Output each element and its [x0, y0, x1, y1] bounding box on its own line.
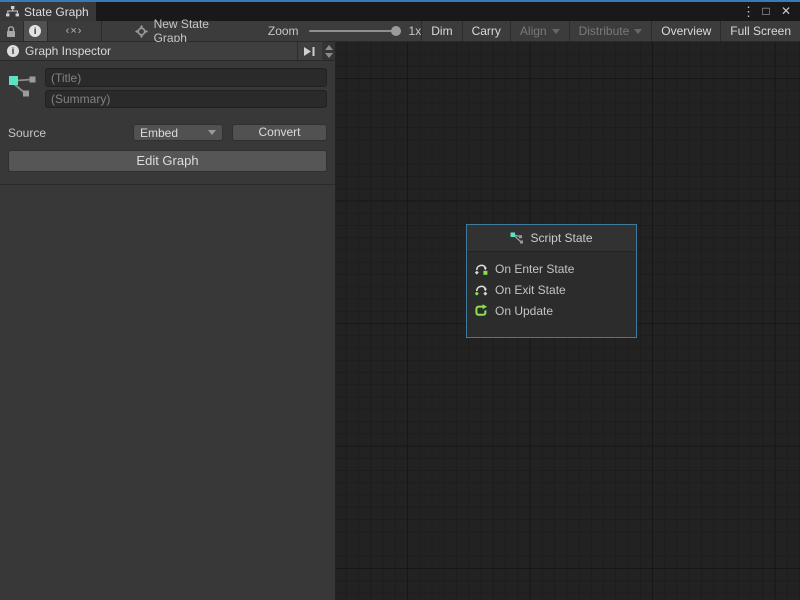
source-dropdown-value: Embed — [140, 126, 208, 140]
code-preview-button[interactable]: ‹×› — [48, 21, 102, 41]
source-dropdown-arrow-icon — [208, 130, 216, 135]
zoom-label: Zoom — [268, 24, 299, 38]
graph-properties-section: Source Embed Convert Edit Graph — [0, 61, 335, 185]
on-enter-state-icon — [474, 261, 488, 276]
scrub-down-icon — [325, 53, 333, 58]
graph-origin-icon — [135, 25, 148, 38]
node-title: Script State — [530, 231, 592, 245]
tab-strip: State Graph ⋮ □ ✕ — [0, 2, 800, 21]
on-update-icon — [474, 303, 488, 318]
full-screen-label: Full Screen — [730, 24, 791, 38]
toolbar-right-buttons: Dim Carry Align Distribute Overview Full… — [421, 21, 800, 41]
info-icon: i — [29, 25, 41, 37]
graph-toolbar: i ‹×› New State Graph Zoom — [0, 21, 800, 42]
inspector-header-controls — [297, 42, 335, 60]
panel-scrubber[interactable] — [322, 42, 335, 60]
lock-button[interactable] — [0, 21, 24, 41]
graph-inspector-header: i Graph Inspector — [0, 42, 335, 61]
dock-panel-button[interactable] — [297, 42, 322, 60]
distribute-label: Distribute — [579, 24, 630, 38]
event-label: On Enter State — [495, 262, 574, 276]
on-exit-state-icon — [474, 282, 488, 297]
zoom-slider[interactable] — [309, 21, 401, 42]
graph-canvas[interactable]: Script State On Enter State — [336, 42, 800, 600]
script-state-node[interactable]: Script State On Enter State — [466, 224, 637, 338]
full-screen-button[interactable]: Full Screen — [720, 21, 800, 41]
tab-title: State Graph — [24, 5, 89, 19]
distribute-dropdown-arrow-icon — [634, 29, 642, 34]
align-label: Align — [520, 24, 547, 38]
event-row-on-update[interactable]: On Update — [474, 300, 636, 321]
source-label: Source — [8, 126, 133, 140]
zoom-slider-track — [309, 30, 401, 32]
graph-inspector-panel: i Graph Inspector — [0, 42, 336, 600]
window-controls: ⋮ □ ✕ — [742, 2, 800, 21]
maximize-icon[interactable]: □ — [758, 3, 774, 20]
inspector-title: Graph Inspector — [25, 44, 297, 58]
graph-meta-row — [8, 68, 327, 108]
info-icon: i — [7, 45, 19, 57]
scrub-up-icon — [325, 45, 333, 50]
graph-breadcrumb[interactable]: New State Graph — [102, 21, 240, 41]
inspector-empty-area — [0, 185, 335, 600]
carry-label: Carry — [472, 24, 501, 38]
window-menu-icon[interactable]: ⋮ — [742, 3, 754, 20]
dim-button[interactable]: Dim — [421, 21, 461, 41]
graph-title-input[interactable] — [45, 68, 327, 87]
edit-graph-button[interactable]: Edit Graph — [8, 150, 327, 172]
inspector-toggle-button[interactable]: i — [24, 21, 48, 41]
close-icon[interactable]: ✕ — [778, 3, 794, 20]
source-row: Source Embed Convert — [8, 124, 327, 141]
event-label: On Update — [495, 304, 553, 318]
dim-label: Dim — [431, 24, 452, 38]
script-state-node-header[interactable]: Script State — [467, 225, 636, 252]
graph-name: New State Graph — [154, 17, 240, 45]
align-dropdown-arrow-icon — [552, 29, 560, 34]
state-node-icon — [510, 232, 524, 244]
state-graph-window: State Graph ⋮ □ ✕ i ‹×› — [0, 0, 800, 600]
event-row-on-enter[interactable]: On Enter State — [474, 258, 636, 279]
tab-state-graph[interactable]: State Graph — [0, 2, 96, 21]
graph-summary-input[interactable] — [45, 90, 327, 108]
distribute-button[interactable]: Distribute — [569, 21, 652, 41]
convert-button[interactable]: Convert — [232, 124, 327, 141]
dock-panel-icon — [304, 47, 316, 56]
script-state-node-body: On Enter State On Exit State — [467, 252, 636, 321]
code-preview-icon: ‹×› — [66, 25, 83, 37]
graph-title-fields — [45, 68, 327, 108]
zoom-value: 1x — [409, 24, 422, 38]
event-label: On Exit State — [495, 283, 566, 297]
lock-icon — [5, 25, 17, 38]
zoom-slider-thumb[interactable] — [391, 26, 401, 36]
state-graph-asset-icon — [8, 68, 38, 108]
overview-label: Overview — [661, 24, 711, 38]
zoom-control: Zoom 1x — [268, 21, 421, 41]
overview-button[interactable]: Overview — [651, 21, 720, 41]
state-graph-tab-icon — [6, 6, 19, 17]
align-button[interactable]: Align — [510, 21, 569, 41]
main-area: i Graph Inspector — [0, 42, 800, 600]
carry-button[interactable]: Carry — [462, 21, 510, 41]
source-dropdown[interactable]: Embed — [133, 124, 223, 141]
event-row-on-exit[interactable]: On Exit State — [474, 279, 636, 300]
